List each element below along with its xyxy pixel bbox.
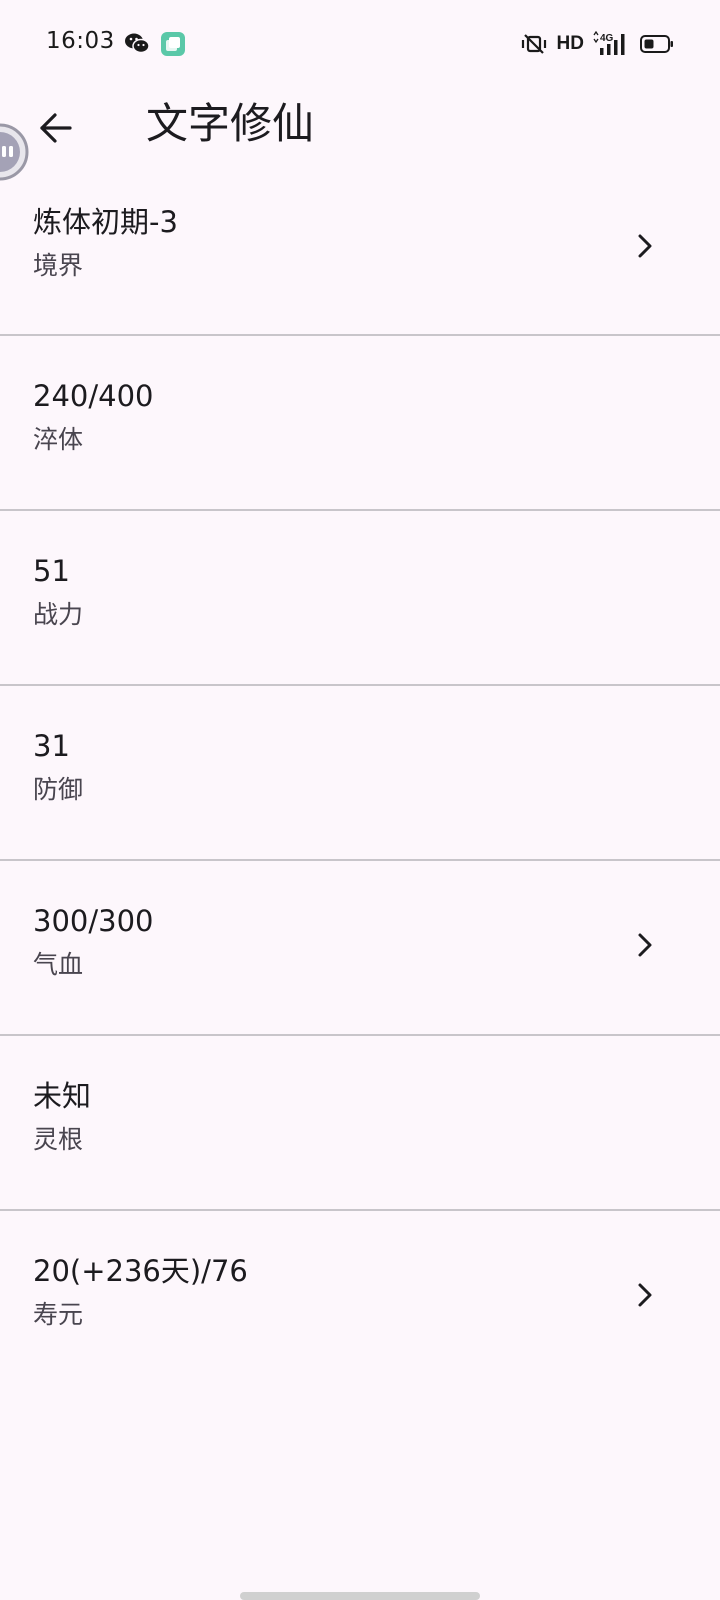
stat-item-realm[interactable]: 炼体初期-3 境界 — [0, 162, 720, 336]
status-indicators: HD 4G — [519, 30, 674, 58]
back-button[interactable] — [28, 100, 84, 156]
stat-label: 灵根 — [33, 1125, 84, 1154]
stat-label: 防御 — [33, 775, 84, 804]
battery-icon — [640, 35, 673, 53]
stat-value: 31 — [33, 729, 70, 763]
stat-value: 未知 — [33, 1079, 92, 1113]
stat-label: 寿元 — [33, 1300, 84, 1329]
stat-value: 20(+236天)/76 — [33, 1254, 248, 1288]
status-time: 16:03 — [46, 28, 115, 54]
chevron-right-icon — [630, 226, 660, 266]
stat-value: 300/300 — [33, 904, 154, 938]
chevron-right-icon — [630, 925, 660, 965]
chevron-right-icon — [630, 1275, 660, 1315]
stat-label: 气血 — [33, 950, 84, 979]
stat-item-defense: 31 防御 — [0, 686, 720, 861]
home-indicator[interactable] — [240, 1592, 480, 1600]
stat-item-combat-power: 51 战力 — [0, 511, 720, 686]
stat-item-lifespan[interactable]: 20(+236天)/76 寿元 — [0, 1211, 720, 1386]
stat-item-spirit-root: 未知 灵根 — [0, 1036, 720, 1211]
vibrate-mute-icon — [521, 34, 546, 54]
wechat-icon — [125, 33, 150, 54]
stat-item-health[interactable]: 300/300 气血 — [0, 861, 720, 1036]
stat-item-tempering: 240/400 淬体 — [0, 336, 720, 511]
stats-list: 炼体初期-3 境界 240/400 淬体 51 战力 31 防御 300/300… — [0, 162, 720, 1386]
stat-value: 炼体初期-3 — [33, 205, 178, 239]
status-bar: 16:03 HD 4G — [0, 0, 720, 88]
stat-value: 51 — [33, 554, 70, 588]
stat-value: 240/400 — [33, 379, 154, 413]
stat-label: 淬体 — [33, 425, 84, 454]
stat-label: 境界 — [33, 251, 84, 280]
arrow-back-icon — [40, 113, 72, 143]
network-type-label: 4G — [600, 33, 614, 44]
notification-app-icon — [161, 32, 185, 56]
stat-label: 战力 — [33, 600, 84, 629]
signal-icon: 4G — [593, 31, 625, 55]
page-title: 文字修仙 — [146, 99, 315, 148]
hd-indicator: HD — [556, 33, 584, 54]
